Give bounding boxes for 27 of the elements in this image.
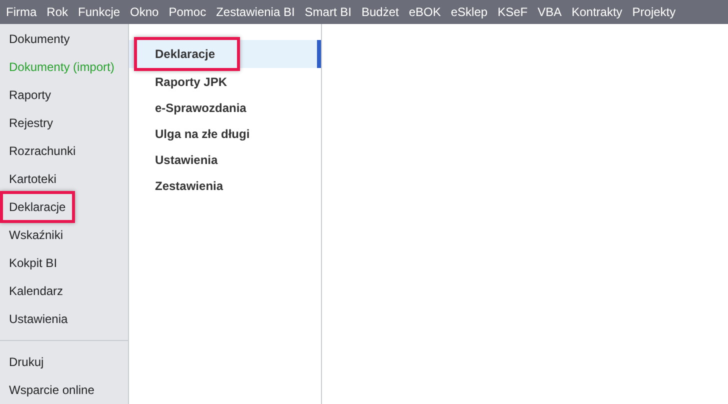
menu-item[interactable]: Pomoc bbox=[164, 5, 212, 19]
submenu-label: Zestawienia bbox=[154, 178, 224, 195]
menu-item[interactable]: VBA bbox=[532, 5, 567, 19]
menu-item[interactable]: Kontrakty bbox=[566, 5, 628, 19]
menu-item[interactable]: Funkcje bbox=[73, 5, 126, 19]
sidebar-item[interactable]: Deklaracje bbox=[0, 191, 75, 223]
submenu-item[interactable]: Ustawienia bbox=[129, 147, 321, 173]
submenu-label: Ulga na złe długi bbox=[154, 126, 251, 143]
submenu-item[interactable]: Raporty JPK bbox=[129, 69, 321, 95]
menu-item[interactable]: KSeF bbox=[492, 5, 533, 19]
menu-item[interactable]: eBOK bbox=[404, 5, 446, 19]
menu-item[interactable]: Zestawienia BI bbox=[211, 5, 300, 19]
menu-item[interactable]: eSklep bbox=[446, 5, 493, 19]
menu-item[interactable]: Okno bbox=[125, 5, 164, 19]
submenu-item[interactable]: e-Sprawozdania bbox=[129, 95, 321, 121]
menu-item[interactable]: Rok bbox=[42, 5, 74, 19]
submenu-label: Raporty JPK bbox=[154, 74, 228, 91]
menu-item[interactable]: Smart BI bbox=[300, 5, 356, 19]
menu-item[interactable]: Projekty bbox=[627, 5, 681, 19]
menu-item[interactable]: Firma bbox=[1, 5, 42, 19]
submenu-label: Ustawienia bbox=[154, 152, 219, 169]
submenu-item[interactable]: Deklaracje bbox=[129, 40, 321, 68]
submenu-label: e-Sprawozdania bbox=[154, 100, 248, 117]
submenu-item[interactable]: Zestawienia bbox=[129, 173, 321, 199]
submenu-item[interactable]: Ulga na złe długi bbox=[129, 121, 321, 147]
submenu-label: Deklaracje bbox=[134, 37, 240, 71]
menu-item[interactable]: Budżet bbox=[356, 5, 404, 19]
